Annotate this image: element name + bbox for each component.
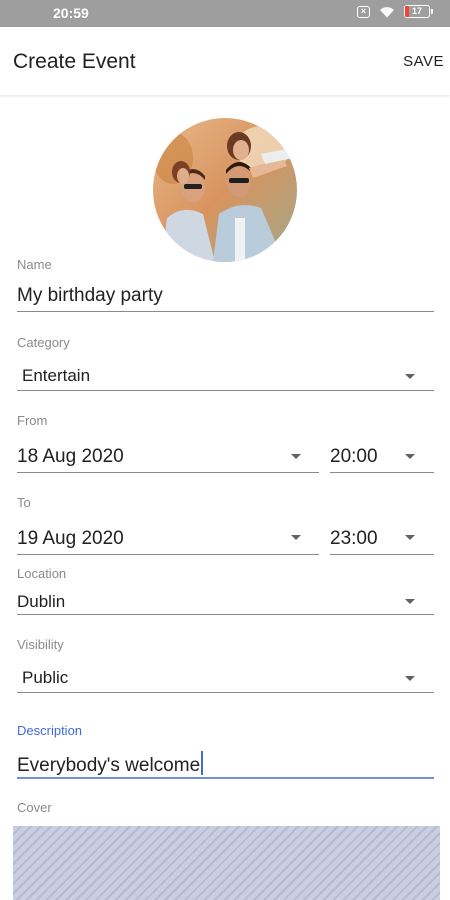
visibility-underline [17, 692, 434, 693]
visibility-dropdown-icon[interactable] [405, 676, 415, 681]
from-date-select[interactable]: 18 Aug 2020 [17, 446, 124, 468]
location-select[interactable]: Dublin [17, 592, 65, 612]
text-cursor [201, 751, 204, 775]
app-bar: Create Event SAVE [0, 27, 450, 95]
event-photo[interactable] [153, 118, 297, 262]
location-label: Location [17, 566, 67, 581]
save-button[interactable]: SAVE [403, 51, 444, 72]
status-time: 20:59 [53, 5, 89, 21]
from-time-underline [330, 472, 434, 473]
to-label: To [17, 495, 31, 510]
name-input[interactable]: My birthday party [17, 285, 163, 307]
to-date-select[interactable]: 19 Aug 2020 [17, 528, 124, 550]
location-underline [17, 614, 434, 615]
from-time-select[interactable]: 20:00 [330, 446, 378, 468]
event-photo-image [153, 118, 297, 262]
description-label: Description [17, 723, 83, 738]
to-time-underline [330, 554, 434, 555]
category-dropdown-icon[interactable] [405, 374, 415, 379]
to-date-underline [17, 554, 319, 555]
visibility-label: Visibility [17, 637, 64, 652]
status-bar: 20:59 × 17 [0, 0, 450, 27]
from-date-underline [17, 472, 319, 473]
location-dropdown-icon[interactable] [405, 599, 415, 604]
description-input[interactable]: Everybody's welcome [17, 751, 204, 777]
cover-label: Cover [17, 800, 52, 815]
battery-level-fill [405, 6, 410, 17]
category-underline [17, 390, 434, 391]
battery-icon: 17 [404, 5, 433, 18]
notification-x-icon: × [357, 5, 370, 18]
status-icons: × 17 [357, 5, 433, 18]
cover-image-picker[interactable] [13, 826, 440, 900]
wifi-icon [380, 6, 394, 17]
description-underline [17, 777, 434, 779]
from-label: From [17, 413, 48, 428]
from-date-dropdown-icon[interactable] [291, 454, 301, 459]
battery-level-text: 17 [411, 6, 422, 16]
description-text: Everybody's welcome [17, 755, 201, 776]
category-select[interactable]: Entertain [22, 366, 90, 386]
name-underline [17, 311, 434, 312]
to-time-select[interactable]: 23:00 [330, 528, 378, 550]
name-label: Name [17, 257, 52, 272]
visibility-select[interactable]: Public [22, 668, 68, 688]
from-time-dropdown-icon[interactable] [405, 454, 415, 459]
to-time-dropdown-icon[interactable] [405, 535, 415, 540]
page-title: Create Event [13, 50, 136, 73]
to-date-dropdown-icon[interactable] [291, 535, 301, 540]
category-label: Category [17, 335, 70, 350]
